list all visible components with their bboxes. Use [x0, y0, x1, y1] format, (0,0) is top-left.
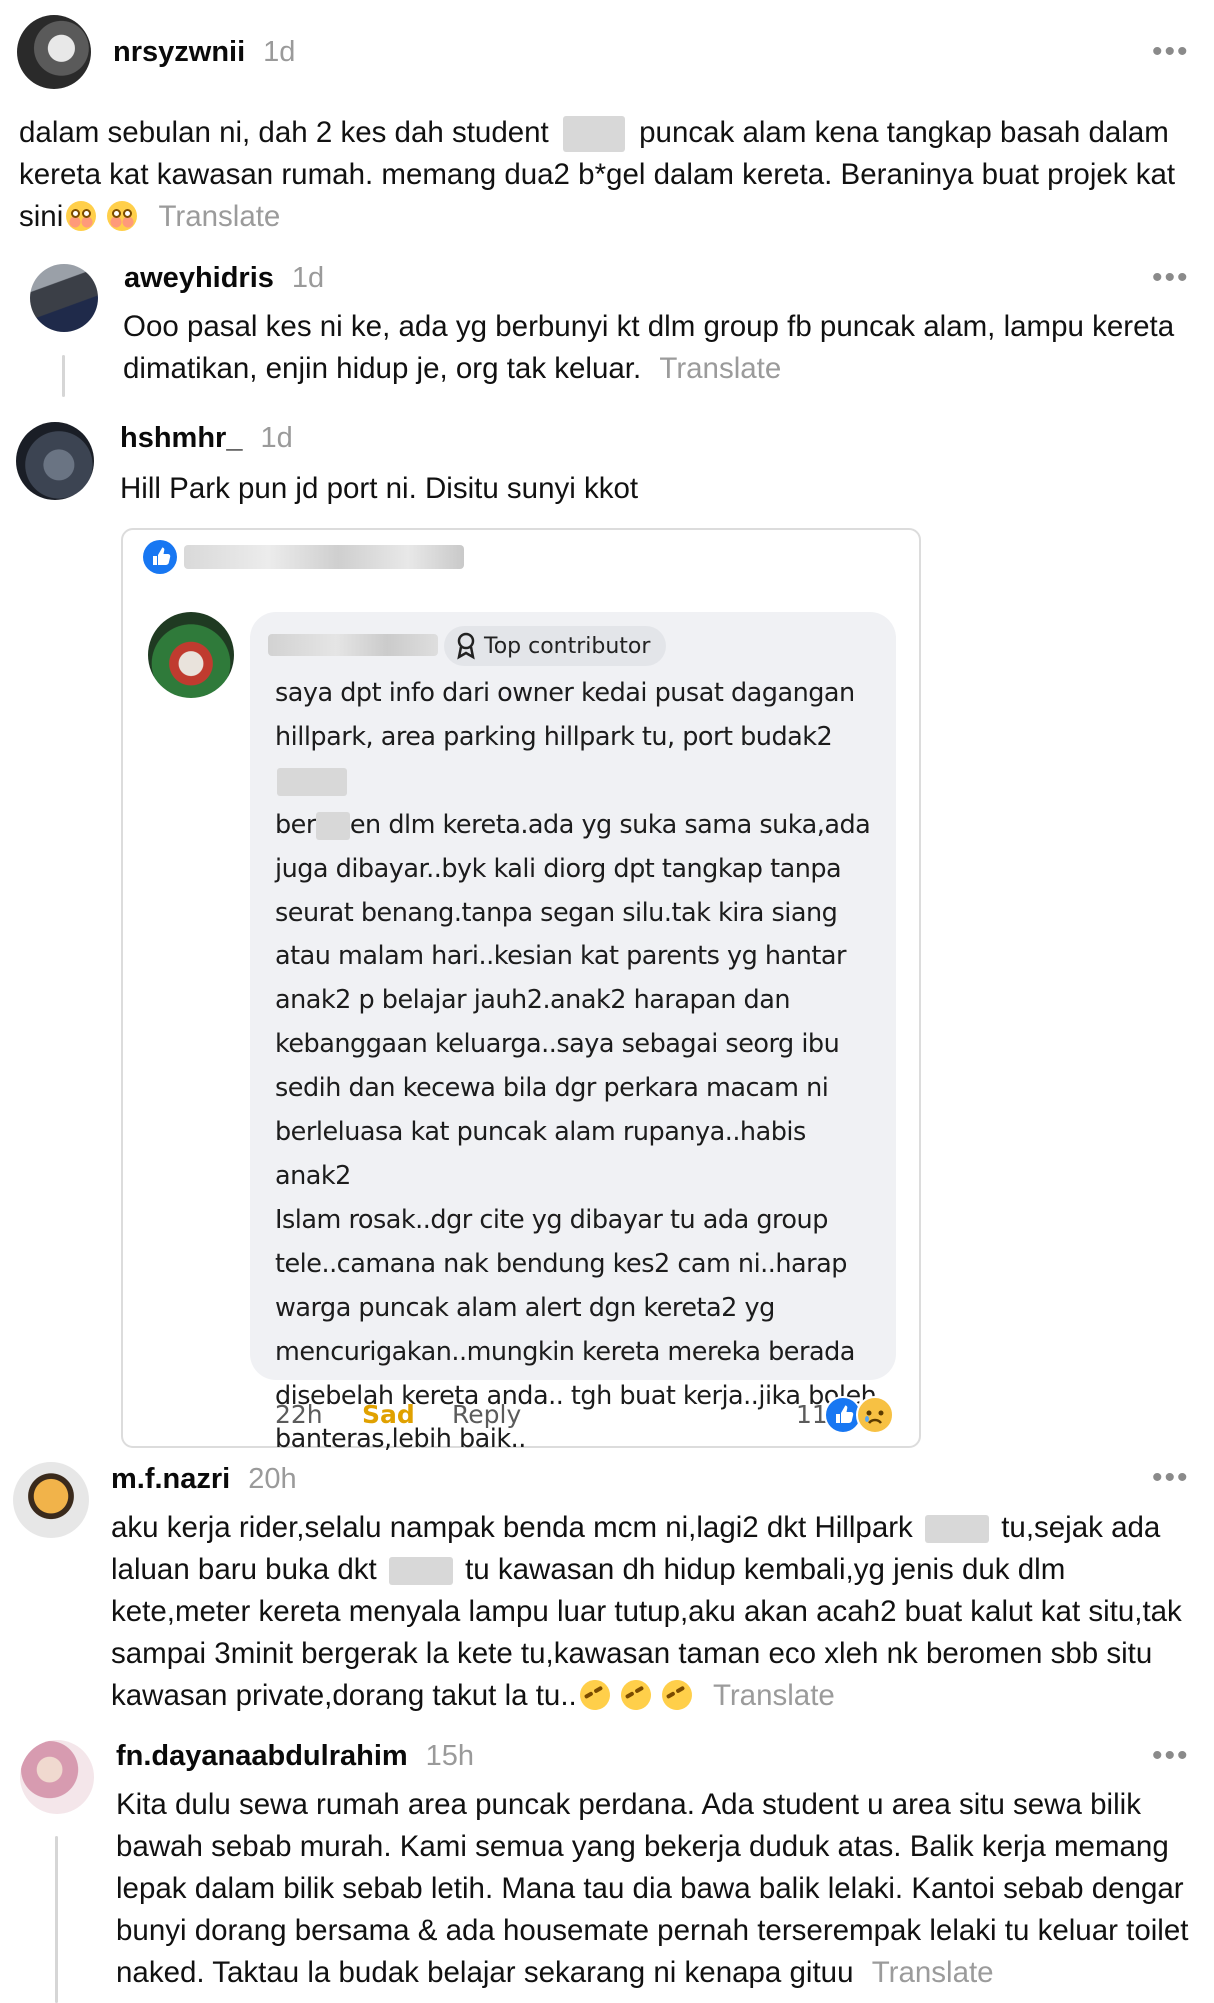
comment-header: hshmhr_ 1d	[120, 422, 293, 455]
embedded-line: sedih dan kecewa bila dgr perkara macam …	[275, 1073, 829, 1104]
comment-text-part: dalam sebulan ni, dah 2 kes dah student	[19, 116, 549, 149]
translate-link[interactable]: Translate	[158, 200, 280, 233]
redacted-name	[268, 634, 438, 656]
badge-label: Top contributor	[484, 633, 651, 659]
top-contributor-icon	[457, 632, 475, 660]
embedded-line: berleluasa kat puncak alam rupanya..habi…	[275, 1117, 806, 1191]
more-options-icon[interactable]: •••	[1152, 1741, 1190, 1771]
embedded-line: mencurigakan..mungkin kereta mereka bera…	[275, 1336, 855, 1367]
top-contributor-badge: Top contributor	[444, 626, 667, 666]
comment-text: Kita dulu sewa rumah area puncak perdana…	[116, 1784, 1196, 1994]
reply-button[interactable]: Reply	[452, 1400, 521, 1429]
embedded-line: seurat benang.tanpa segan silu.tak kira …	[275, 897, 838, 928]
embedded-time: 22h	[275, 1400, 323, 1429]
translate-link[interactable]: Translate	[872, 1956, 994, 1989]
username[interactable]: m.f.nazri	[111, 1463, 230, 1495]
embedded-line-text: en dlm kereta.ada yg suka sama suka,ada	[349, 809, 871, 840]
embedded-comment-text: saya dpt info dari owner kedai pusat dag…	[275, 672, 885, 1462]
redacted-block	[315, 811, 350, 840]
redacted-block	[562, 116, 625, 153]
username[interactable]: nrsyzwnii	[113, 36, 245, 68]
timestamp: 1d	[263, 36, 296, 68]
comment-text: dalam sebulan ni, dah 2 kes dah student …	[19, 112, 1189, 238]
timestamp: 1d	[291, 262, 325, 294]
embedded-line-text: hillpark, area parking hillpark tu, port…	[275, 721, 833, 752]
embedded-line: Islam rosak..dgr cite yg dibayar tu ada …	[275, 1204, 828, 1235]
redacted-block	[277, 767, 347, 796]
embedded-line: kebanggaan keluarga..saya sebagai seorg …	[275, 1029, 840, 1060]
comment-header: fn.dayanaabdulrahim 15h	[116, 1740, 474, 1773]
embedded-line: tele..camana nak bendung kes2 cam ni..ha…	[275, 1248, 847, 1279]
username[interactable]: aweyhidris	[124, 262, 274, 294]
more-options-icon[interactable]: •••	[1152, 37, 1190, 67]
timestamp: 1d	[260, 422, 293, 454]
embedded-line-text: ber	[275, 809, 316, 840]
more-options-icon[interactable]: •••	[1152, 263, 1190, 293]
embedded-line: juga dibayar..byk kali diorg dpt tangkap…	[275, 853, 842, 884]
embedded-line: ber en dlm kereta.ada yg suka sama suka,a…	[275, 804, 885, 848]
username[interactable]: fn.dayanaabdulrahim	[116, 1740, 408, 1772]
avatar[interactable]	[17, 15, 91, 89]
avatar[interactable]	[20, 1740, 94, 1814]
avatar[interactable]	[13, 1462, 89, 1538]
embedded-line: anak2 p belajar jauh2.anak2 harapan dan	[275, 985, 791, 1016]
embedded-line: warga puncak alam alert dgn kereta2 yg	[275, 1292, 775, 1323]
comment-text: Ooo pasal kes ni ke, ada yg berbunyi kt …	[123, 306, 1193, 390]
thread-line	[62, 355, 65, 397]
sad-reaction-icon	[856, 1396, 894, 1434]
redacted-block	[388, 1557, 453, 1586]
flushed-face-icon	[66, 201, 97, 231]
comment-text: Hill Park pun jd port ni. Disitu sunyi k…	[120, 472, 639, 505]
timestamp: 15h	[425, 1740, 475, 1772]
flushed-face-icon	[107, 201, 138, 231]
embedded-line: saya dpt info dari owner kedai pusat dag…	[275, 678, 855, 708]
translate-link[interactable]: Translate	[659, 352, 781, 385]
rofl-face-icon	[615, 1674, 657, 1716]
redacted-block	[925, 1515, 990, 1544]
embedded-line: hillpark, area parking hillpark tu, port…	[275, 716, 885, 804]
avatar[interactable]	[16, 422, 94, 500]
comment-text: aku kerja rider,selalu nampak benda mcm …	[111, 1507, 1201, 1717]
comment-text-part: aku kerja rider,selalu nampak benda mcm …	[111, 1511, 913, 1544]
embedded-line: atau malam hari..kesian kat parents yg h…	[275, 941, 847, 972]
comment-header: m.f.nazri 20h	[111, 1463, 297, 1496]
avatar[interactable]	[30, 264, 98, 332]
rofl-face-icon	[574, 1674, 616, 1716]
comment-header: nrsyzwnii 1d	[113, 36, 295, 69]
username[interactable]: hshmhr_	[120, 422, 242, 454]
more-options-icon[interactable]: •••	[1152, 1463, 1190, 1493]
rofl-face-icon	[656, 1674, 698, 1716]
sad-reaction-label[interactable]: Sad	[362, 1400, 415, 1429]
comment-header: aweyhidris 1d	[124, 262, 324, 295]
like-reaction-icon	[143, 540, 177, 574]
thread-line	[55, 1836, 58, 2003]
translate-link[interactable]: Translate	[713, 1679, 835, 1712]
comment-text-part: Kita dulu sewa rumah area puncak perdana…	[116, 1788, 1189, 1989]
comment-text-part: Ooo pasal kes ni ke, ada yg berbunyi kt …	[123, 310, 1175, 385]
redacted-name	[184, 545, 464, 569]
timestamp: 20h	[248, 1463, 297, 1495]
avatar[interactable]	[148, 612, 234, 698]
